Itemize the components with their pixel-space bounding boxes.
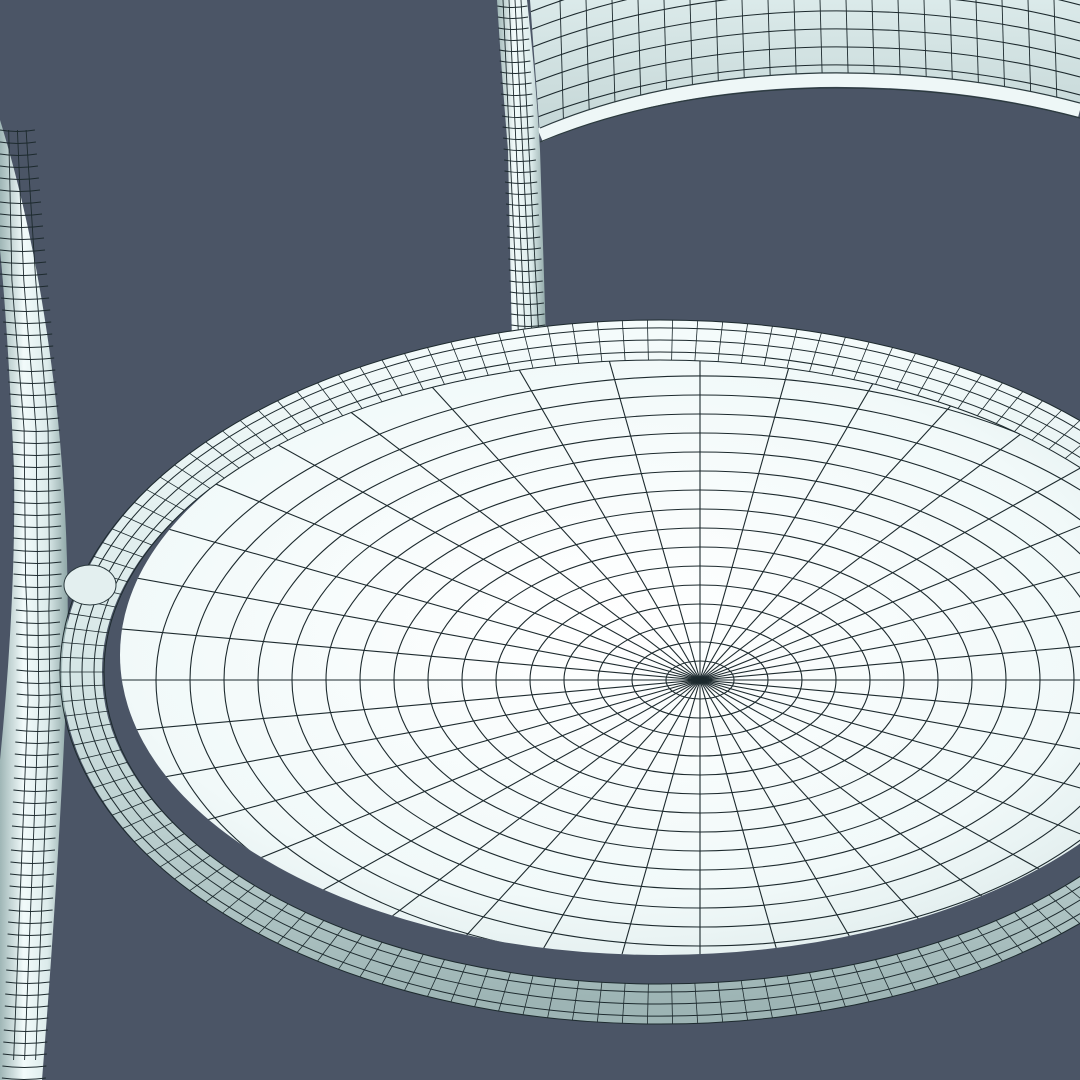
leg-rim-joint xyxy=(63,564,117,606)
front-left-leg xyxy=(0,120,68,1080)
backrest xyxy=(530,0,1080,143)
chair-wireframe-render xyxy=(0,0,1080,1080)
3d-viewport[interactable] xyxy=(0,0,1080,1080)
